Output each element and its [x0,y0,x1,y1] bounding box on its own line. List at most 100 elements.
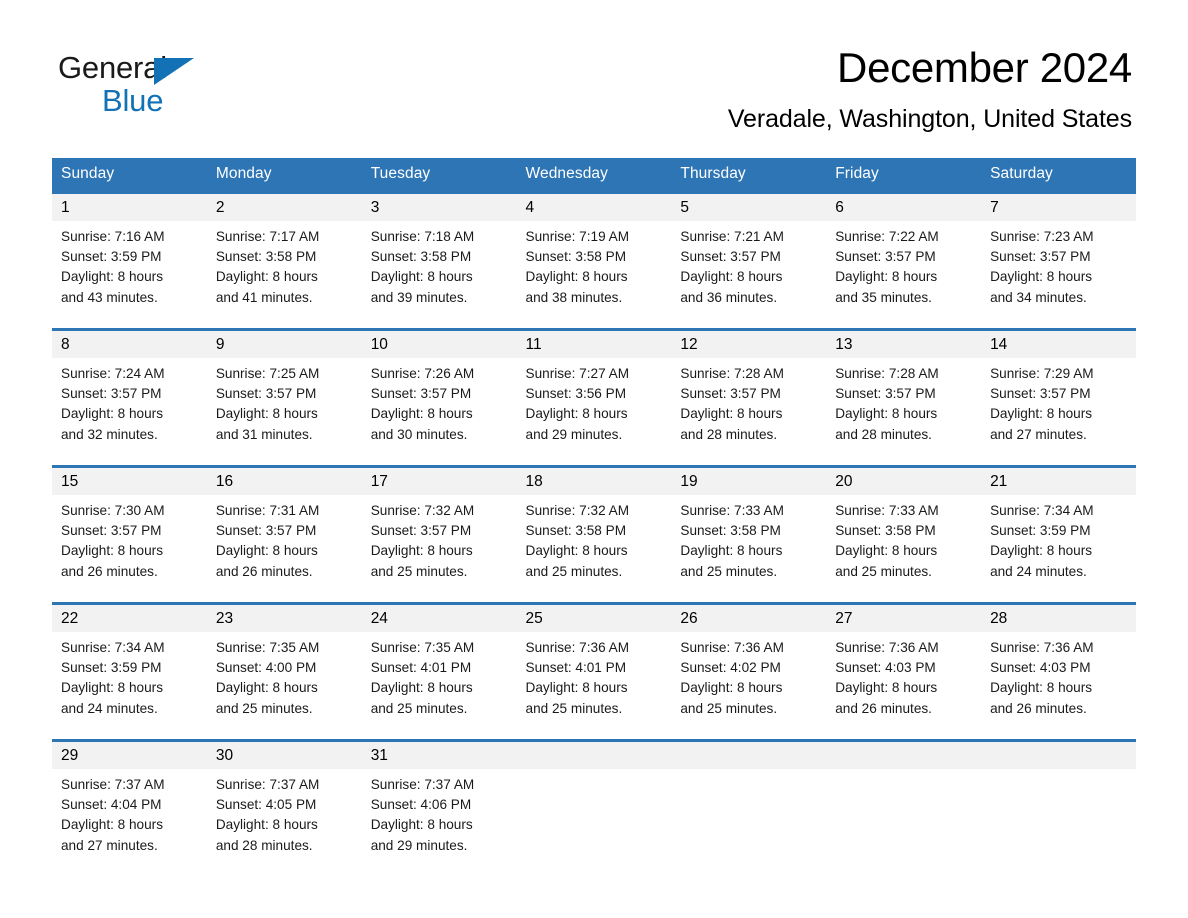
day-cell[interactable]: 23 Sunrise: 7:35 AM Sunset: 4:00 PM Dayl… [206,602,362,730]
day-cell[interactable]: 2 Sunrise: 7:17 AM Sunset: 3:58 PM Dayli… [206,191,362,319]
day-details: Sunrise: 7:36 AM Sunset: 4:03 PM Dayligh… [981,632,1136,719]
day-cell[interactable]: 30 Sunrise: 7:37 AM Sunset: 4:05 PM Dayl… [206,739,362,867]
daylight-text-line2: and 30 minutes. [370,426,468,442]
daylight-text-line2: and 26 minutes. [215,563,313,579]
sunrise-text: Sunrise: 7:22 AM [835,229,939,244]
daylight-text-line1: Daylight: 8 hours [835,680,938,696]
sunset-text: Sunset: 3:58 PM [525,249,627,265]
day-cell[interactable]: 6 Sunrise: 7:22 AM Sunset: 3:57 PM Dayli… [826,191,982,319]
sunrise-text: Sunrise: 7:26 AM [370,366,475,381]
calendar-page: General Blue December 2024 Veradale, Was… [0,0,1188,918]
daylight-text-line2: and 43 minutes. [61,289,158,305]
daylight-text-line2: and 29 minutes. [525,426,623,442]
day-cell[interactable]: 25 Sunrise: 7:36 AM Sunset: 4:01 PM Dayl… [516,602,672,730]
daylight-text-line2: and 28 minutes. [215,837,313,853]
day-cell[interactable]: 18 Sunrise: 7:32 AM Sunset: 3:58 PM Dayl… [516,465,672,593]
sunset-text: Sunset: 4:01 PM [370,660,472,676]
day-number: 11 [516,331,672,358]
day-cell[interactable]: 4 Sunrise: 7:19 AM Sunset: 3:58 PM Dayli… [516,191,672,319]
sunrise-text: Sunrise: 7:28 AM [835,366,939,381]
day-details: Sunrise: 7:35 AM Sunset: 4:01 PM Dayligh… [362,632,517,719]
sunset-text: Sunset: 3:58 PM [835,523,936,539]
day-cell[interactable]: 5 Sunrise: 7:21 AM Sunset: 3:57 PM Dayli… [671,191,827,319]
day-cell[interactable]: 14 Sunrise: 7:29 AM Sunset: 3:57 PM Dayl… [981,328,1136,456]
day-cell[interactable]: 9 Sunrise: 7:25 AM Sunset: 3:57 PM Dayli… [206,328,362,456]
day-cell[interactable]: 15 Sunrise: 7:30 AM Sunset: 3:57 PM Dayl… [52,465,207,593]
day-cell[interactable]: 21 Sunrise: 7:34 AM Sunset: 3:59 PM Dayl… [981,465,1136,593]
daylight-text-line2: and 38 minutes. [525,289,623,305]
day-cell[interactable]: 24 Sunrise: 7:35 AM Sunset: 4:01 PM Dayl… [361,602,517,730]
day-number [516,742,672,769]
sunrise-text: Sunrise: 7:32 AM [370,503,475,518]
day-number: 6 [826,194,982,221]
day-cell[interactable]: 20 Sunrise: 7:33 AM Sunset: 3:58 PM Dayl… [826,465,982,593]
daylight-text-line1: Daylight: 8 hours [525,269,628,285]
sunrise-text: Sunrise: 7:28 AM [680,366,784,381]
sunset-text: Sunset: 3:59 PM [61,660,162,676]
day-number: 3 [361,194,517,221]
day-number: 15 [52,468,207,495]
day-details: Sunrise: 7:17 AM Sunset: 3:58 PM Dayligh… [207,221,362,308]
daylight-text-line1: Daylight: 8 hours [61,543,164,559]
daylight-text-line2: and 35 minutes. [835,289,932,305]
logo-line-1: General [58,50,258,86]
day-cell[interactable]: 7 Sunrise: 7:23 AM Sunset: 3:57 PM Dayli… [981,191,1136,319]
day-cell[interactable]: 12 Sunrise: 7:28 AM Sunset: 3:57 PM Dayl… [671,328,827,456]
day-cell[interactable]: 11 Sunrise: 7:27 AM Sunset: 3:56 PM Dayl… [516,328,672,456]
day-cell[interactable]: 26 Sunrise: 7:36 AM Sunset: 4:02 PM Dayl… [671,602,827,730]
daylight-text-line2: and 39 minutes. [370,289,468,305]
day-cell-empty [826,739,982,867]
weekday-header-tuesday: Tuesday [361,158,517,193]
daylight-text-line1: Daylight: 8 hours [215,269,318,285]
generalblue-logo[interactable]: General Blue [58,50,258,122]
day-cell[interactable]: 17 Sunrise: 7:32 AM Sunset: 3:57 PM Dayl… [361,465,517,593]
day-details: Sunrise: 7:19 AM Sunset: 3:58 PM Dayligh… [517,221,672,308]
sunrise-text: Sunrise: 7:37 AM [370,777,475,792]
day-cell[interactable]: 19 Sunrise: 7:33 AM Sunset: 3:58 PM Dayl… [671,465,827,593]
sunset-text: Sunset: 3:58 PM [370,249,472,265]
day-details: Sunrise: 7:34 AM Sunset: 3:59 PM Dayligh… [981,495,1136,582]
daylight-text-line1: Daylight: 8 hours [680,543,783,559]
day-cell[interactable]: 28 Sunrise: 7:36 AM Sunset: 4:03 PM Dayl… [981,602,1136,730]
daylight-text-line1: Daylight: 8 hours [61,817,164,833]
daylight-text-line1: Daylight: 8 hours [370,817,473,833]
day-cell[interactable]: 29 Sunrise: 7:37 AM Sunset: 4:04 PM Dayl… [52,739,207,867]
sunset-text: Sunset: 4:00 PM [215,660,317,676]
calendar-body: 1 Sunrise: 7:16 AM Sunset: 3:59 PM Dayli… [52,191,1136,867]
day-cell[interactable]: 16 Sunrise: 7:31 AM Sunset: 3:57 PM Dayl… [206,465,362,593]
day-cell[interactable]: 1 Sunrise: 7:16 AM Sunset: 3:59 PM Dayli… [52,191,207,319]
day-details: Sunrise: 7:34 AM Sunset: 3:59 PM Dayligh… [52,632,207,719]
daylight-text-line1: Daylight: 8 hours [61,269,164,285]
day-cell[interactable]: 8 Sunrise: 7:24 AM Sunset: 3:57 PM Dayli… [52,328,207,456]
day-cell[interactable]: 27 Sunrise: 7:36 AM Sunset: 4:03 PM Dayl… [826,602,982,730]
sunrise-text: Sunrise: 7:33 AM [835,503,939,518]
sunset-text: Sunset: 3:57 PM [61,523,162,539]
daylight-text-line2: and 25 minutes. [525,563,623,579]
daylight-text-line1: Daylight: 8 hours [215,406,318,422]
day-cell[interactable]: 13 Sunrise: 7:28 AM Sunset: 3:57 PM Dayl… [826,328,982,456]
day-number: 24 [361,605,517,632]
day-cell[interactable]: 3 Sunrise: 7:18 AM Sunset: 3:58 PM Dayli… [361,191,517,319]
sunset-text: Sunset: 3:58 PM [215,249,317,265]
daylight-text-line1: Daylight: 8 hours [525,680,628,696]
week-spacer [52,456,1136,467]
sunset-text: Sunset: 4:04 PM [61,797,162,813]
daylight-text-line1: Daylight: 8 hours [990,406,1093,422]
day-details: Sunrise: 7:37 AM Sunset: 4:05 PM Dayligh… [207,769,362,856]
day-number: 2 [206,194,362,221]
logo-triangle-icon [154,58,194,85]
day-cell[interactable]: 10 Sunrise: 7:26 AM Sunset: 3:57 PM Dayl… [361,328,517,456]
daylight-text-line2: and 31 minutes. [215,426,313,442]
day-cell[interactable]: 31 Sunrise: 7:37 AM Sunset: 4:06 PM Dayl… [361,739,517,867]
day-number: 19 [671,468,827,495]
page-header: General Blue December 2024 Veradale, Was… [0,0,1188,133]
day-number: 25 [516,605,672,632]
day-number: 16 [206,468,362,495]
sunset-text: Sunset: 4:05 PM [215,797,317,813]
sunrise-text: Sunrise: 7:35 AM [215,640,320,655]
daylight-text-line1: Daylight: 8 hours [990,269,1093,285]
daylight-text-line2: and 26 minutes. [835,700,932,716]
sunrise-text: Sunrise: 7:37 AM [61,777,165,792]
day-number: 4 [516,194,672,221]
day-cell[interactable]: 22 Sunrise: 7:34 AM Sunset: 3:59 PM Dayl… [52,602,207,730]
